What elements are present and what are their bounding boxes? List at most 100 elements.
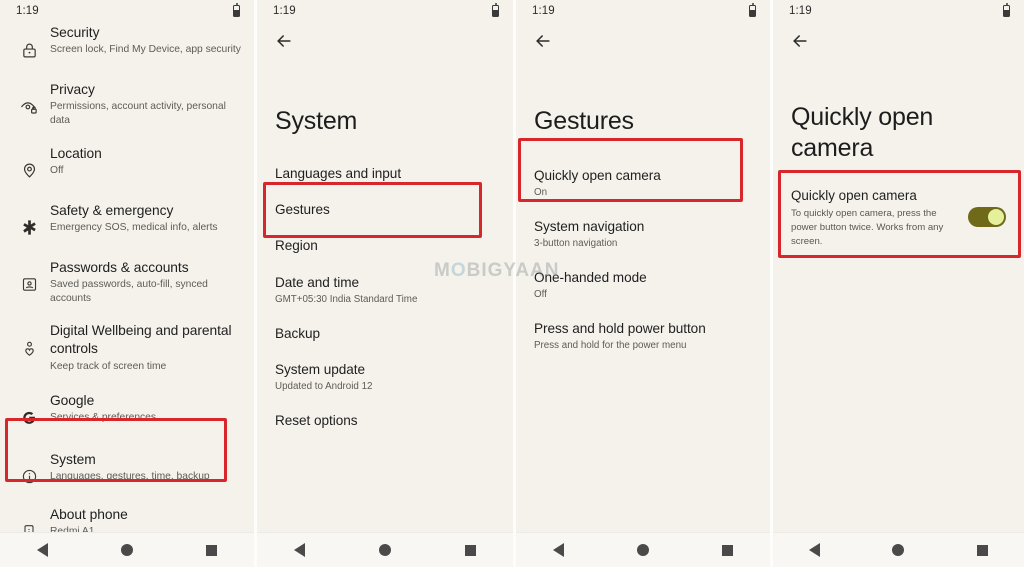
item-title: Google — [50, 392, 95, 408]
eye-lock-icon — [14, 92, 44, 122]
panel-settings-main: 1:19 Security Screen lock, Find My Devic… — [0, 0, 254, 567]
item-title: Safety & emergency — [50, 202, 174, 218]
status-clock: 1:19 — [273, 5, 296, 17]
back-button[interactable] — [773, 22, 1024, 60]
nav-home-icon[interactable] — [636, 544, 649, 556]
item-subtitle: GMT+05:30 India Standard Time — [275, 293, 418, 305]
item-title: Passwords & accounts — [50, 259, 189, 275]
setting-title: Quickly open camera — [791, 188, 917, 203]
status-clock: 1:19 — [789, 5, 812, 17]
status-clock: 1:19 — [16, 5, 39, 17]
list-item-quickly-open-camera[interactable]: Quickly open camera On — [516, 167, 770, 200]
status-bar: 1:19 — [516, 0, 770, 22]
quickly-open-camera-toggle[interactable] — [968, 207, 1006, 227]
item-subtitle: Updated to Android 12 — [275, 381, 373, 393]
battery-icon — [749, 3, 756, 17]
nav-recents-icon[interactable] — [465, 544, 476, 556]
sidebar-item-system[interactable]: System Languages, gestures, time, backup — [0, 451, 254, 492]
list-item-reset-options[interactable]: Reset options — [257, 412, 513, 430]
list-item-date-and-time[interactable]: Date and time GMT+05:30 India Standard T… — [257, 274, 513, 307]
setting-description: To quickly open camera, press the power … — [791, 208, 944, 248]
status-bar: 1:19 — [773, 0, 1024, 22]
item-title: Location — [50, 145, 102, 161]
sidebar-item-safety-emergency[interactable]: Safety & emergency Emergency SOS, medica… — [0, 202, 254, 243]
back-button[interactable] — [516, 22, 770, 60]
navigation-bar — [516, 532, 770, 567]
page-title: Gestures — [534, 107, 634, 135]
back-arrow-icon — [536, 35, 550, 47]
item-title: About phone — [50, 506, 128, 522]
item-subtitle: Permissions, account activity, personal … — [50, 101, 226, 127]
sidebar-item-passwords-accounts[interactable]: Passwords & accounts Saved passwords, au… — [0, 259, 254, 307]
item-subtitle: Screen lock, Find My Device, app securit… — [50, 44, 241, 56]
panel-quickly-open-camera: 1:19 Quickly open camera Quickly open ca… — [773, 0, 1024, 567]
item-subtitle: Off — [50, 164, 64, 176]
item-subtitle: Press and hold for the power menu — [534, 339, 687, 351]
panel-system: 1:19 System Languages and input Gestures… — [257, 0, 513, 567]
item-title: Languages and input — [275, 165, 402, 181]
item-title: Backup — [275, 325, 321, 341]
status-bar: 1:19 — [0, 0, 254, 22]
item-title: Quickly open camera — [534, 167, 661, 183]
item-title: Gestures — [275, 201, 330, 217]
item-title: Press and hold power button — [534, 320, 706, 336]
item-title: One-handed mode — [534, 269, 647, 285]
item-title: Region — [275, 238, 318, 254]
nav-back-icon[interactable] — [294, 543, 305, 557]
battery-icon — [233, 3, 240, 17]
item-title: Date and time — [275, 274, 359, 290]
setting-row-quickly-open-camera[interactable]: Quickly open camera To quickly open came… — [773, 187, 1024, 249]
item-title: System update — [275, 361, 366, 377]
item-subtitle: Emergency SOS, medical info, alerts — [50, 221, 218, 233]
status-clock: 1:19 — [532, 5, 555, 17]
item-title: Digital Wellbeing and parental controls — [50, 323, 232, 357]
sidebar-item-location[interactable]: Location Off — [0, 145, 254, 186]
back-button[interactable] — [257, 22, 513, 60]
item-subtitle: 3-button navigation — [534, 237, 618, 249]
list-item-one-handed-mode[interactable]: One-handed mode Off — [516, 269, 770, 302]
list-item-press-and-hold-power-button[interactable]: Press and hold power button Press and ho… — [516, 320, 770, 353]
navigation-bar — [0, 532, 254, 567]
panel-gestures: 1:19 Gestures Quickly open camera On Sys… — [516, 0, 770, 567]
screenshot-strip: 1:19 Security Screen lock, Find My Devic… — [0, 0, 1024, 567]
back-arrow-icon — [277, 35, 291, 47]
navigation-bar — [257, 532, 513, 567]
list-item-languages-and-input[interactable]: Languages and input — [257, 165, 513, 183]
list-item-region[interactable]: Region — [257, 237, 513, 255]
sidebar-item-security[interactable]: Security Screen lock, Find My Device, ap… — [0, 24, 254, 65]
lock-icon — [14, 35, 44, 65]
navigation-bar — [773, 532, 1024, 567]
nav-home-icon[interactable] — [120, 544, 133, 556]
info-circle-icon — [14, 462, 44, 492]
battery-icon — [492, 3, 499, 17]
nav-recents-icon[interactable] — [206, 544, 218, 556]
list-item-system-update[interactable]: System update Updated to Android 12 — [257, 361, 513, 394]
location-pin-icon — [14, 156, 44, 186]
nav-recents-icon[interactable] — [722, 544, 734, 556]
nav-back-icon[interactable] — [809, 543, 821, 557]
list-item-gestures[interactable]: Gestures — [257, 201, 513, 219]
item-title: Reset options — [275, 412, 358, 428]
nav-recents-icon[interactable] — [976, 544, 988, 556]
item-subtitle: Keep track of screen time — [50, 360, 167, 372]
nav-back-icon[interactable] — [552, 543, 564, 557]
back-arrow-icon — [793, 35, 807, 47]
list-item-backup[interactable]: Backup — [257, 325, 513, 343]
list-item-system-navigation[interactable]: System navigation 3-button navigation — [516, 218, 770, 251]
sidebar-item-digital-wellbeing[interactable]: Digital Wellbeing and parental controls … — [0, 322, 254, 374]
item-subtitle: Saved passwords, auto-fill, synced accou… — [50, 278, 208, 305]
item-title: System navigation — [534, 218, 645, 234]
asterisk-icon — [14, 213, 44, 243]
item-title: Security — [50, 25, 100, 40]
toggle-knob — [988, 209, 1004, 225]
nav-home-icon[interactable] — [892, 544, 905, 556]
nav-home-icon[interactable] — [379, 544, 391, 556]
item-subtitle: Languages, gestures, time, backup — [50, 471, 210, 483]
id-card-icon — [14, 270, 44, 300]
sidebar-item-privacy[interactable]: Privacy Permissions, account activity, p… — [0, 81, 254, 129]
google-g-icon — [14, 403, 44, 433]
settings-list: Security Screen lock, Find My Device, ap… — [0, 22, 254, 547]
nav-back-icon[interactable] — [36, 543, 48, 557]
sidebar-item-google[interactable]: Google Services & preferences — [0, 392, 254, 433]
battery-icon — [1003, 3, 1010, 17]
